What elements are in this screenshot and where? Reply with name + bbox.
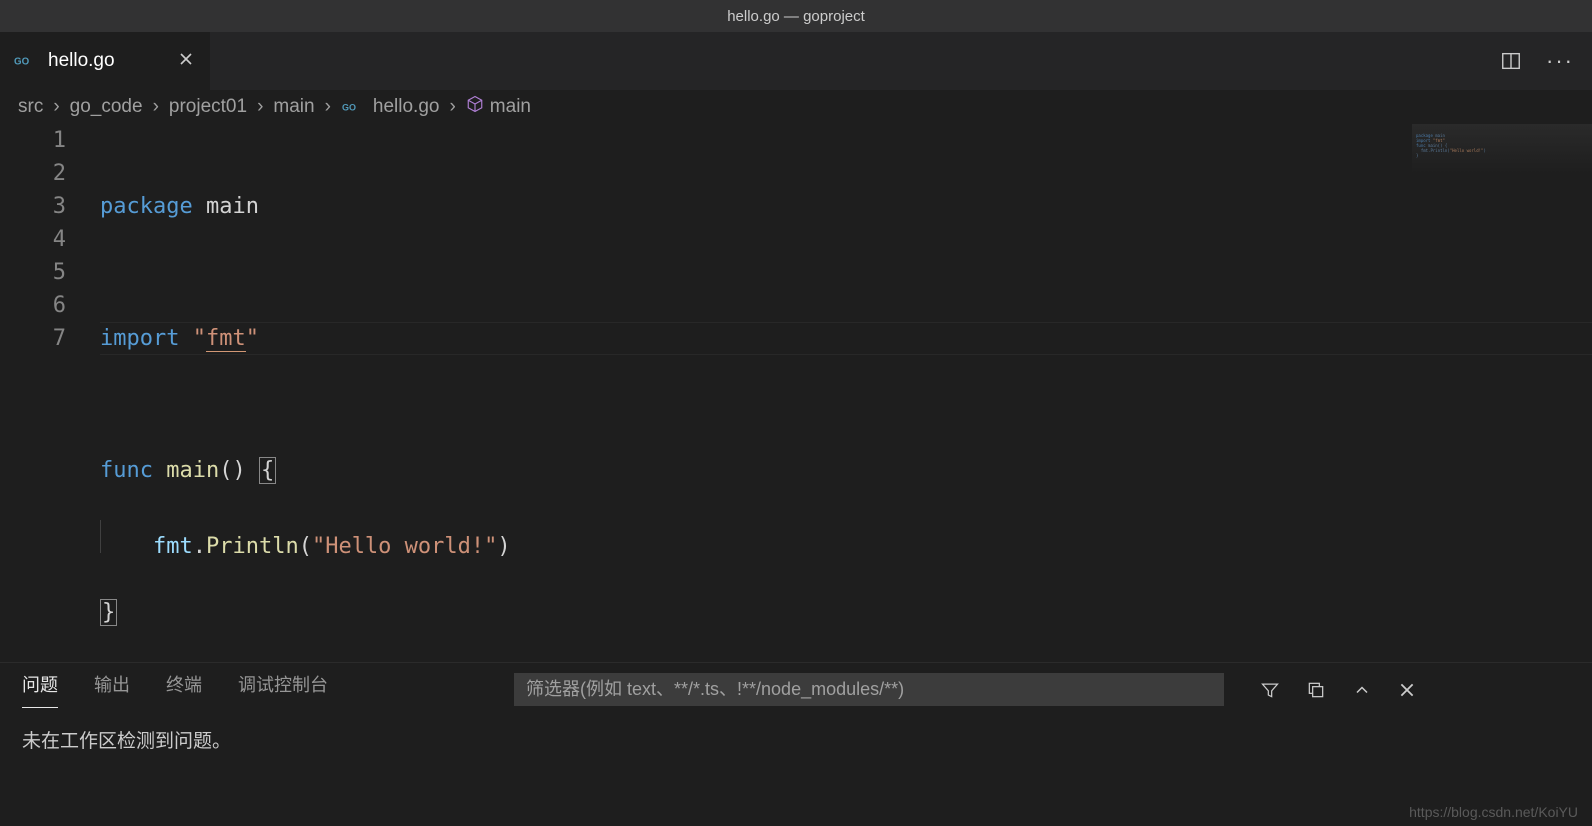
- line-number: 3: [0, 190, 66, 223]
- split-editor-icon[interactable]: [1500, 50, 1522, 72]
- chevron-up-icon[interactable]: [1352, 680, 1372, 700]
- code-content[interactable]: package main import "fmt" func main() { …: [100, 124, 1592, 662]
- editor-tab[interactable]: GO hello.go: [0, 32, 210, 90]
- panel-tab-debug-console[interactable]: 调试控制台: [238, 671, 328, 708]
- chevron-right-icon: ›: [325, 96, 331, 118]
- chevron-right-icon: ›: [449, 96, 455, 118]
- svg-text:GO: GO: [14, 56, 30, 67]
- collapse-all-icon[interactable]: [1306, 680, 1326, 700]
- line-number: 7: [0, 322, 66, 355]
- window-title: hello.go — goproject: [727, 8, 865, 25]
- line-number-gutter: 1 2 3 4 5 6 7: [0, 124, 100, 662]
- problems-empty-message: 未在工作区检测到问题。: [22, 731, 231, 752]
- breadcrumb-item[interactable]: project01: [169, 96, 247, 118]
- chevron-right-icon: ›: [153, 96, 159, 118]
- chevron-right-icon: ›: [257, 96, 263, 118]
- panel-filter: [514, 673, 1224, 706]
- close-tab-icon[interactable]: [174, 47, 198, 76]
- watermark: https://blog.csdn.net/KoiYU: [1409, 804, 1578, 820]
- panel-tabs: 问题 输出 终端 调试控制台: [0, 663, 1592, 708]
- editor-area[interactable]: 1 2 3 4 5 6 7 package main import "fmt" …: [0, 124, 1592, 662]
- line-number: 2: [0, 157, 66, 190]
- breadcrumb-symbol[interactable]: main: [466, 95, 531, 119]
- editor-tabs-row: GO hello.go ···: [0, 32, 1592, 90]
- more-actions-icon[interactable]: ···: [1546, 48, 1574, 74]
- minimap[interactable]: package main import "fmt" func main() { …: [1412, 124, 1592, 174]
- vertical-scrollbar[interactable]: [1578, 124, 1592, 662]
- chevron-right-icon: ›: [53, 96, 59, 118]
- breadcrumb-item[interactable]: go_code: [70, 96, 143, 118]
- line-number: 6: [0, 289, 66, 322]
- line-number: 1: [0, 124, 66, 157]
- panel-tab-problems[interactable]: 问题: [22, 671, 58, 708]
- panel-tab-output[interactable]: 输出: [94, 671, 130, 708]
- breadcrumb[interactable]: src › go_code › project01 › main › GO he…: [0, 90, 1592, 124]
- window-titlebar: hello.go — goproject: [0, 0, 1592, 32]
- line-number: 4: [0, 223, 66, 256]
- go-file-icon: GO: [14, 54, 40, 68]
- panel: 问题 输出 终端 调试控制台 未在工作区检测到问题。: [0, 662, 1592, 826]
- go-file-icon: GO: [341, 100, 367, 114]
- panel-actions: [1260, 680, 1420, 700]
- filter-icon[interactable]: [1260, 680, 1280, 700]
- svg-text:GO: GO: [342, 102, 356, 112]
- panel-body: 未在工作区检测到问题。: [0, 708, 1592, 826]
- tabs-actions: ···: [1500, 32, 1592, 90]
- breadcrumb-item[interactable]: main: [273, 96, 314, 118]
- package-icon: [466, 95, 484, 119]
- panel-tab-terminal[interactable]: 终端: [166, 671, 202, 708]
- breadcrumb-item[interactable]: src: [18, 96, 43, 118]
- breadcrumb-file[interactable]: GO hello.go: [341, 96, 440, 118]
- filter-input[interactable]: [514, 673, 1224, 706]
- tab-filename: hello.go: [48, 50, 115, 72]
- close-panel-icon[interactable]: [1398, 681, 1416, 699]
- line-number: 5: [0, 256, 66, 289]
